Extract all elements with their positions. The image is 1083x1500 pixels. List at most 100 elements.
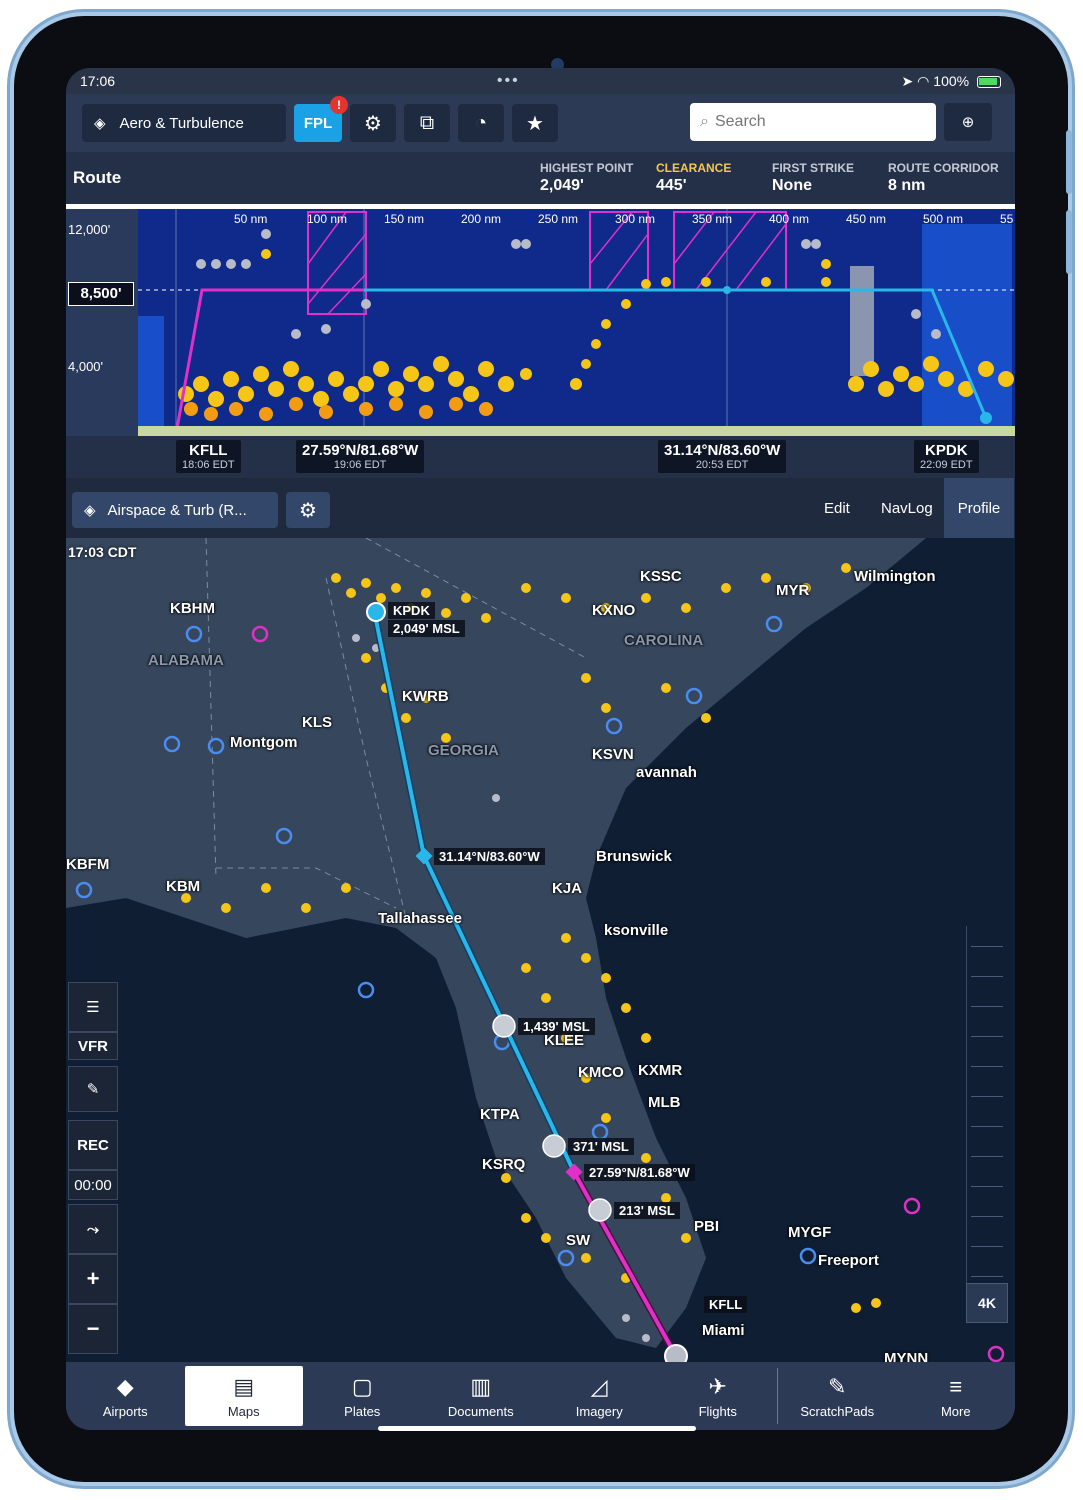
search-input[interactable] — [714, 113, 915, 131]
layers-icon: ◈ — [84, 502, 96, 519]
tab-scratchpads[interactable]: ✎ ScratchPads — [778, 1362, 897, 1430]
profile-icon: ⧉ — [419, 111, 435, 134]
instruments-button[interactable]: ◔ — [458, 104, 504, 142]
map-label-midpoint[interactable]: 31.14°N/83.60°W — [434, 848, 545, 865]
map-label-alabama: ALABAMA — [148, 652, 224, 669]
waypoint-3114n[interactable]: 31.14°N/83.60°W 20:53 EDT — [658, 440, 787, 473]
tab-more[interactable]: ≡ More — [897, 1362, 1016, 1430]
tab-airports[interactable]: ◆ Airports — [66, 1362, 185, 1430]
record-button[interactable]: REC — [68, 1120, 118, 1170]
status-right: ➤ ◠ 100% — [902, 73, 1001, 90]
multitask-dots-icon[interactable]: ••• — [497, 72, 520, 90]
stat-label: CLEARANCE — [656, 161, 732, 175]
fpl-button[interactable]: FPL ! — [294, 96, 348, 142]
profile-view-button[interactable]: ⧉ — [404, 104, 450, 142]
secondary-settings-button[interactable]: ⚙ — [286, 492, 330, 528]
map-label-kpbi[interactable]: PBI — [694, 1218, 719, 1235]
zoom-in-button[interactable]: + — [68, 1254, 118, 1304]
map-label-kmyr[interactable]: MYR — [776, 582, 809, 599]
map-view[interactable]: 17:03 CDT KBHM ALABAMA KPDK 2,049' MSL K… — [66, 538, 1015, 1362]
search-icon: ⌕ — [700, 113, 709, 130]
distance-tick: 450 nm — [846, 212, 887, 226]
map-label-kssc[interactable]: KSSC — [640, 568, 682, 585]
map-label-kls[interactable]: KLS — [302, 714, 332, 731]
map-label-mynn[interactable]: MYNN — [884, 1350, 928, 1362]
stat-label: HIGHEST POINT — [540, 161, 634, 175]
tab-label: Plates — [344, 1403, 381, 1419]
map-label-ksrq[interactable]: KSRQ — [482, 1156, 525, 1173]
map-layer-button[interactable]: ◈ Aero & Turbulence — [82, 104, 286, 142]
tab-maps[interactable]: ▤ Maps — [184, 1366, 303, 1426]
map-label-kbhm[interactable]: KBHM — [170, 600, 215, 617]
map-label-ktpa[interactable]: KTPA — [480, 1106, 520, 1123]
map-label-tallahassee: Tallahassee — [378, 910, 462, 927]
locate-button[interactable]: ⊕ — [944, 103, 992, 141]
map-label-waypoint[interactable]: 27.59°N/81.68°W — [584, 1164, 695, 1181]
battery-percent: 100% — [933, 72, 970, 89]
tab-flights[interactable]: ✈ Flights — [659, 1362, 778, 1430]
route-title: Route — [73, 168, 122, 187]
tab-label: Documents — [447, 1403, 514, 1419]
secondary-layer-button[interactable]: ◈ Airspace & Turb (R... — [72, 492, 278, 528]
map-label-klee[interactable]: KLEE — [544, 1032, 584, 1049]
distance-tick: 400 nm — [769, 212, 810, 226]
map-label-kpdk[interactable]: KPDK — [388, 602, 435, 619]
waypoint-kfll[interactable]: KFLL 18:06 EDT — [176, 440, 241, 473]
zoom-out-button[interactable]: − — [68, 1304, 118, 1354]
tab-profile[interactable]: Profile — [944, 478, 1014, 538]
gear-icon: ⚙ — [364, 112, 382, 135]
map-label-sw[interactable]: SW — [566, 1232, 590, 1249]
home-indicator[interactable] — [378, 1426, 696, 1431]
gear-icon: ⚙ — [299, 499, 317, 522]
map-label-mlb[interactable]: MLB — [648, 1094, 681, 1111]
tab-plates[interactable]: ▢ Plates — [303, 1362, 422, 1430]
stat-clearance: CLEARANCE 445' — [656, 161, 731, 195]
map-settings-button[interactable]: ☰ — [68, 982, 118, 1032]
star-clock-icon: ★ — [526, 112, 544, 135]
tab-label: Flights — [698, 1403, 737, 1419]
vfr-button[interactable]: VFR — [68, 1032, 118, 1060]
plates-icon: ▢ — [351, 1373, 373, 1399]
resolution-button[interactable]: 4K — [966, 1283, 1008, 1323]
search-field[interactable]: ⌕ — [690, 103, 936, 141]
map-label-kxno[interactable]: KXNO — [592, 602, 635, 619]
map-label-carolina: CAROLINA — [624, 632, 704, 649]
map-label-kmco[interactable]: KMCO — [578, 1064, 624, 1081]
map-scale-slider[interactable] — [966, 926, 1006, 1291]
map-label-ksvn[interactable]: KSVN — [592, 746, 634, 763]
map-label-kwrb[interactable]: KWRB — [402, 688, 449, 705]
documents-icon: ▥ — [470, 1373, 492, 1399]
tab-edit[interactable]: Edit — [824, 500, 850, 517]
layers-icon: ◈ — [94, 115, 106, 132]
settings-button[interactable]: ⚙ — [350, 104, 396, 142]
route-tool-button[interactable]: ⤳ — [68, 1204, 118, 1254]
distance-tick: 350 nm — [692, 212, 733, 226]
map-label-kbm[interactable]: KBM — [166, 878, 200, 895]
menu-icon: ≡ — [949, 1373, 963, 1399]
map-label-kxmr[interactable]: KXMR — [638, 1062, 682, 1079]
map-label-msl-4: 213' MSL — [614, 1202, 680, 1219]
annotate-button[interactable]: ✎ — [68, 1066, 118, 1112]
tab-label: Airports — [102, 1403, 148, 1419]
cruise-altitude-box[interactable]: 8,500' — [68, 282, 134, 306]
favorites-recents-button[interactable]: ★ — [512, 104, 558, 142]
tab-documents[interactable]: ▥ Documents — [422, 1362, 541, 1430]
profile-graphic — [66, 204, 1015, 436]
waypoint-2759n[interactable]: 27.59°N/81.68°W 19:06 EDT — [296, 440, 425, 473]
distance-tick: 300 nm — [615, 212, 656, 226]
tab-label: Imagery — [575, 1403, 623, 1419]
map-label-mygf[interactable]: MYGF — [788, 1224, 831, 1241]
waypoint-kpdk[interactable]: KPDK 22:09 EDT — [914, 440, 979, 473]
fpl-label: FPL — [303, 114, 333, 132]
map-label-kjax[interactable]: KJA — [552, 880, 582, 897]
route-profile-view[interactable]: 12,000' 8,500' 4,000' 50 nm 100 nm 150 n… — [66, 204, 1015, 436]
waypoint-time: 18:06 EDT — [182, 459, 235, 471]
map-label-kfll[interactable]: KFLL — [704, 1296, 748, 1313]
fpl-alert-badge: ! — [330, 96, 348, 114]
tab-navlog[interactable]: NavLog — [881, 500, 933, 517]
status-bar: 17:06 ••• ➤ ◠ 100% — [66, 68, 1015, 94]
tab-label: ScratchPads — [800, 1403, 875, 1419]
map-label-savannah: avannah — [636, 764, 697, 781]
map-label-kbfm[interactable]: KBFM — [66, 856, 109, 873]
tab-imagery[interactable]: ◿ Imagery — [540, 1362, 659, 1430]
